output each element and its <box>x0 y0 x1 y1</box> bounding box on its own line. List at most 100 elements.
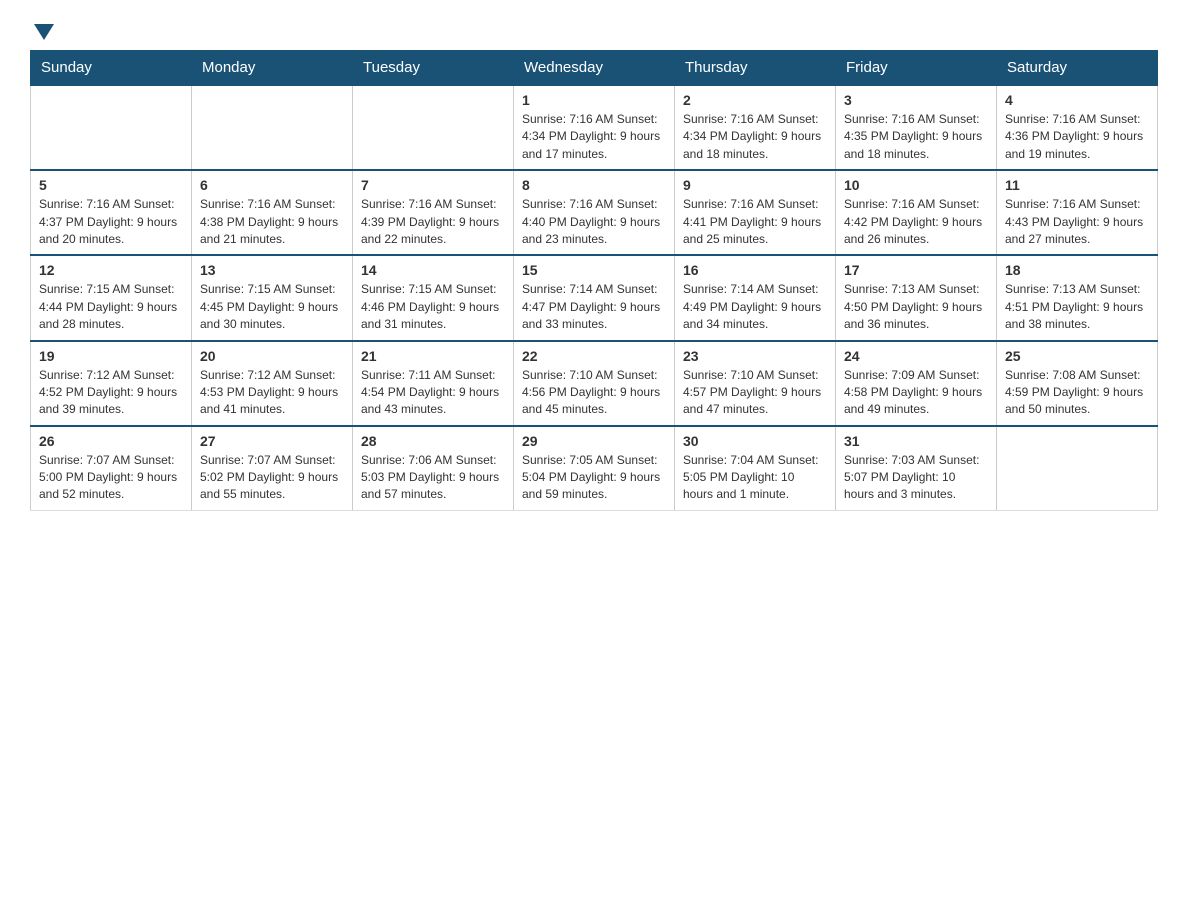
day-number: 29 <box>522 433 666 449</box>
day-number: 17 <box>844 262 988 278</box>
day-info: Sunrise: 7:13 AM Sunset: 4:51 PM Dayligh… <box>1005 281 1149 333</box>
day-info: Sunrise: 7:04 AM Sunset: 5:05 PM Dayligh… <box>683 452 827 504</box>
day-info: Sunrise: 7:08 AM Sunset: 4:59 PM Dayligh… <box>1005 367 1149 419</box>
day-number: 10 <box>844 177 988 193</box>
day-info: Sunrise: 7:06 AM Sunset: 5:03 PM Dayligh… <box>361 452 505 504</box>
weekday-header-saturday: Saturday <box>997 51 1158 86</box>
logo-top <box>30 20 54 40</box>
calendar-day-cell: 28Sunrise: 7:06 AM Sunset: 5:03 PM Dayli… <box>353 426 514 511</box>
weekday-header-wednesday: Wednesday <box>514 51 675 86</box>
calendar-day-cell: 9 Sunrise: 7:16 AM Sunset: 4:41 PM Daylig… <box>675 170 836 255</box>
day-number: 22 <box>522 348 666 364</box>
calendar-table: SundayMondayTuesdayWednesdayThursdayFrid… <box>30 50 1158 511</box>
day-number: 24 <box>844 348 988 364</box>
day-info: Sunrise: 7:09 AM Sunset: 4:58 PM Dayligh… <box>844 367 988 419</box>
day-info: Sunrise: 7:07 AM Sunset: 5:00 PM Dayligh… <box>39 452 183 504</box>
day-number: 21 <box>361 348 505 364</box>
day-info: Sunrise: 7:12 AM Sunset: 4:53 PM Dayligh… <box>200 367 344 419</box>
day-number: 19 <box>39 348 183 364</box>
calendar-week-row: 12 Sunrise: 7:15 AM Sunset: 4:44 PM Dayli… <box>31 255 1158 340</box>
calendar-day-cell: 12 Sunrise: 7:15 AM Sunset: 4:44 PM Dayli… <box>31 255 192 340</box>
calendar-day-cell: 2 Sunrise: 7:16 AM Sunset: 4:34 PM Daylig… <box>675 85 836 170</box>
calendar-day-cell: 1 Sunrise: 7:16 AM Sunset: 4:34 PM Daylig… <box>514 85 675 170</box>
day-info: Sunrise: 7:16 AM Sunset: 4:40 PM Dayligh… <box>522 196 666 248</box>
calendar-day-cell <box>353 85 514 170</box>
day-number: 26 <box>39 433 183 449</box>
weekday-header-monday: Monday <box>192 51 353 86</box>
calendar-day-cell: 18 Sunrise: 7:13 AM Sunset: 4:51 PM Dayli… <box>997 255 1158 340</box>
day-info: Sunrise: 7:16 AM Sunset: 4:36 PM Dayligh… <box>1005 111 1149 163</box>
logo-arrow-icon <box>34 24 54 40</box>
calendar-day-cell: 3 Sunrise: 7:16 AM Sunset: 4:35 PM Daylig… <box>836 85 997 170</box>
day-number: 9 <box>683 177 827 193</box>
calendar-week-row: 5 Sunrise: 7:16 AM Sunset: 4:37 PM Daylig… <box>31 170 1158 255</box>
day-number: 31 <box>844 433 988 449</box>
day-number: 8 <box>522 177 666 193</box>
calendar-day-cell: 4 Sunrise: 7:16 AM Sunset: 4:36 PM Daylig… <box>997 85 1158 170</box>
day-info: Sunrise: 7:10 AM Sunset: 4:57 PM Dayligh… <box>683 367 827 419</box>
day-info: Sunrise: 7:13 AM Sunset: 4:50 PM Dayligh… <box>844 281 988 333</box>
day-number: 27 <box>200 433 344 449</box>
calendar-day-cell: 6 Sunrise: 7:16 AM Sunset: 4:38 PM Daylig… <box>192 170 353 255</box>
day-info: Sunrise: 7:16 AM Sunset: 4:38 PM Dayligh… <box>200 196 344 248</box>
calendar-week-row: 1 Sunrise: 7:16 AM Sunset: 4:34 PM Daylig… <box>31 85 1158 170</box>
day-number: 14 <box>361 262 505 278</box>
day-info: Sunrise: 7:10 AM Sunset: 4:56 PM Dayligh… <box>522 367 666 419</box>
day-info: Sunrise: 7:03 AM Sunset: 5:07 PM Dayligh… <box>844 452 988 504</box>
day-number: 20 <box>200 348 344 364</box>
day-info: Sunrise: 7:16 AM Sunset: 4:43 PM Dayligh… <box>1005 196 1149 248</box>
weekday-header-thursday: Thursday <box>675 51 836 86</box>
calendar-day-cell: 27Sunrise: 7:07 AM Sunset: 5:02 PM Dayli… <box>192 426 353 511</box>
day-info: Sunrise: 7:16 AM Sunset: 4:42 PM Dayligh… <box>844 196 988 248</box>
weekday-header-friday: Friday <box>836 51 997 86</box>
day-info: Sunrise: 7:16 AM Sunset: 4:34 PM Dayligh… <box>522 111 666 163</box>
day-number: 12 <box>39 262 183 278</box>
day-number: 2 <box>683 92 827 108</box>
page-header <box>30 20 1158 40</box>
day-number: 16 <box>683 262 827 278</box>
calendar-day-cell: 29Sunrise: 7:05 AM Sunset: 5:04 PM Dayli… <box>514 426 675 511</box>
weekday-header-tuesday: Tuesday <box>353 51 514 86</box>
calendar-day-cell <box>31 85 192 170</box>
day-info: Sunrise: 7:16 AM Sunset: 4:41 PM Dayligh… <box>683 196 827 248</box>
day-info: Sunrise: 7:16 AM Sunset: 4:34 PM Dayligh… <box>683 111 827 163</box>
calendar-day-cell: 8 Sunrise: 7:16 AM Sunset: 4:40 PM Daylig… <box>514 170 675 255</box>
calendar-day-cell: 7Sunrise: 7:16 AM Sunset: 4:39 PM Daylig… <box>353 170 514 255</box>
day-number: 18 <box>1005 262 1149 278</box>
calendar-day-cell: 11 Sunrise: 7:16 AM Sunset: 4:43 PM Dayli… <box>997 170 1158 255</box>
calendar-day-cell: 10 Sunrise: 7:16 AM Sunset: 4:42 PM Dayli… <box>836 170 997 255</box>
day-info: Sunrise: 7:15 AM Sunset: 4:44 PM Dayligh… <box>39 281 183 333</box>
day-info: Sunrise: 7:12 AM Sunset: 4:52 PM Dayligh… <box>39 367 183 419</box>
calendar-day-cell <box>997 426 1158 511</box>
day-number: 30 <box>683 433 827 449</box>
day-number: 4 <box>1005 92 1149 108</box>
calendar-day-cell: 31 Sunrise: 7:03 AM Sunset: 5:07 PM Dayli… <box>836 426 997 511</box>
day-info: Sunrise: 7:16 AM Sunset: 4:37 PM Dayligh… <box>39 196 183 248</box>
calendar-day-cell: 16Sunrise: 7:14 AM Sunset: 4:49 PM Dayli… <box>675 255 836 340</box>
day-number: 1 <box>522 92 666 108</box>
calendar-day-cell: 19 Sunrise: 7:12 AM Sunset: 4:52 PM Dayli… <box>31 341 192 426</box>
calendar-day-cell: 24 Sunrise: 7:09 AM Sunset: 4:58 PM Dayli… <box>836 341 997 426</box>
calendar-day-cell <box>192 85 353 170</box>
day-info: Sunrise: 7:14 AM Sunset: 4:47 PM Dayligh… <box>522 281 666 333</box>
calendar-day-cell: 17 Sunrise: 7:13 AM Sunset: 4:50 PM Dayli… <box>836 255 997 340</box>
calendar-day-cell: 25Sunrise: 7:08 AM Sunset: 4:59 PM Dayli… <box>997 341 1158 426</box>
day-number: 15 <box>522 262 666 278</box>
logo <box>30 20 54 40</box>
day-info: Sunrise: 7:16 AM Sunset: 4:35 PM Dayligh… <box>844 111 988 163</box>
calendar-day-cell: 21 Sunrise: 7:11 AM Sunset: 4:54 PM Dayli… <box>353 341 514 426</box>
calendar-day-cell: 30 Sunrise: 7:04 AM Sunset: 5:05 PM Dayli… <box>675 426 836 511</box>
day-number: 6 <box>200 177 344 193</box>
calendar-day-cell: 14 Sunrise: 7:15 AM Sunset: 4:46 PM Dayli… <box>353 255 514 340</box>
day-number: 13 <box>200 262 344 278</box>
day-number: 23 <box>683 348 827 364</box>
day-info: Sunrise: 7:11 AM Sunset: 4:54 PM Dayligh… <box>361 367 505 419</box>
calendar-day-cell: 13 Sunrise: 7:15 AM Sunset: 4:45 PM Dayli… <box>192 255 353 340</box>
day-number: 3 <box>844 92 988 108</box>
day-info: Sunrise: 7:15 AM Sunset: 4:45 PM Dayligh… <box>200 281 344 333</box>
calendar-week-row: 26 Sunrise: 7:07 AM Sunset: 5:00 PM Dayli… <box>31 426 1158 511</box>
day-number: 5 <box>39 177 183 193</box>
day-info: Sunrise: 7:15 AM Sunset: 4:46 PM Dayligh… <box>361 281 505 333</box>
day-number: 11 <box>1005 177 1149 193</box>
calendar-day-cell: 5 Sunrise: 7:16 AM Sunset: 4:37 PM Daylig… <box>31 170 192 255</box>
